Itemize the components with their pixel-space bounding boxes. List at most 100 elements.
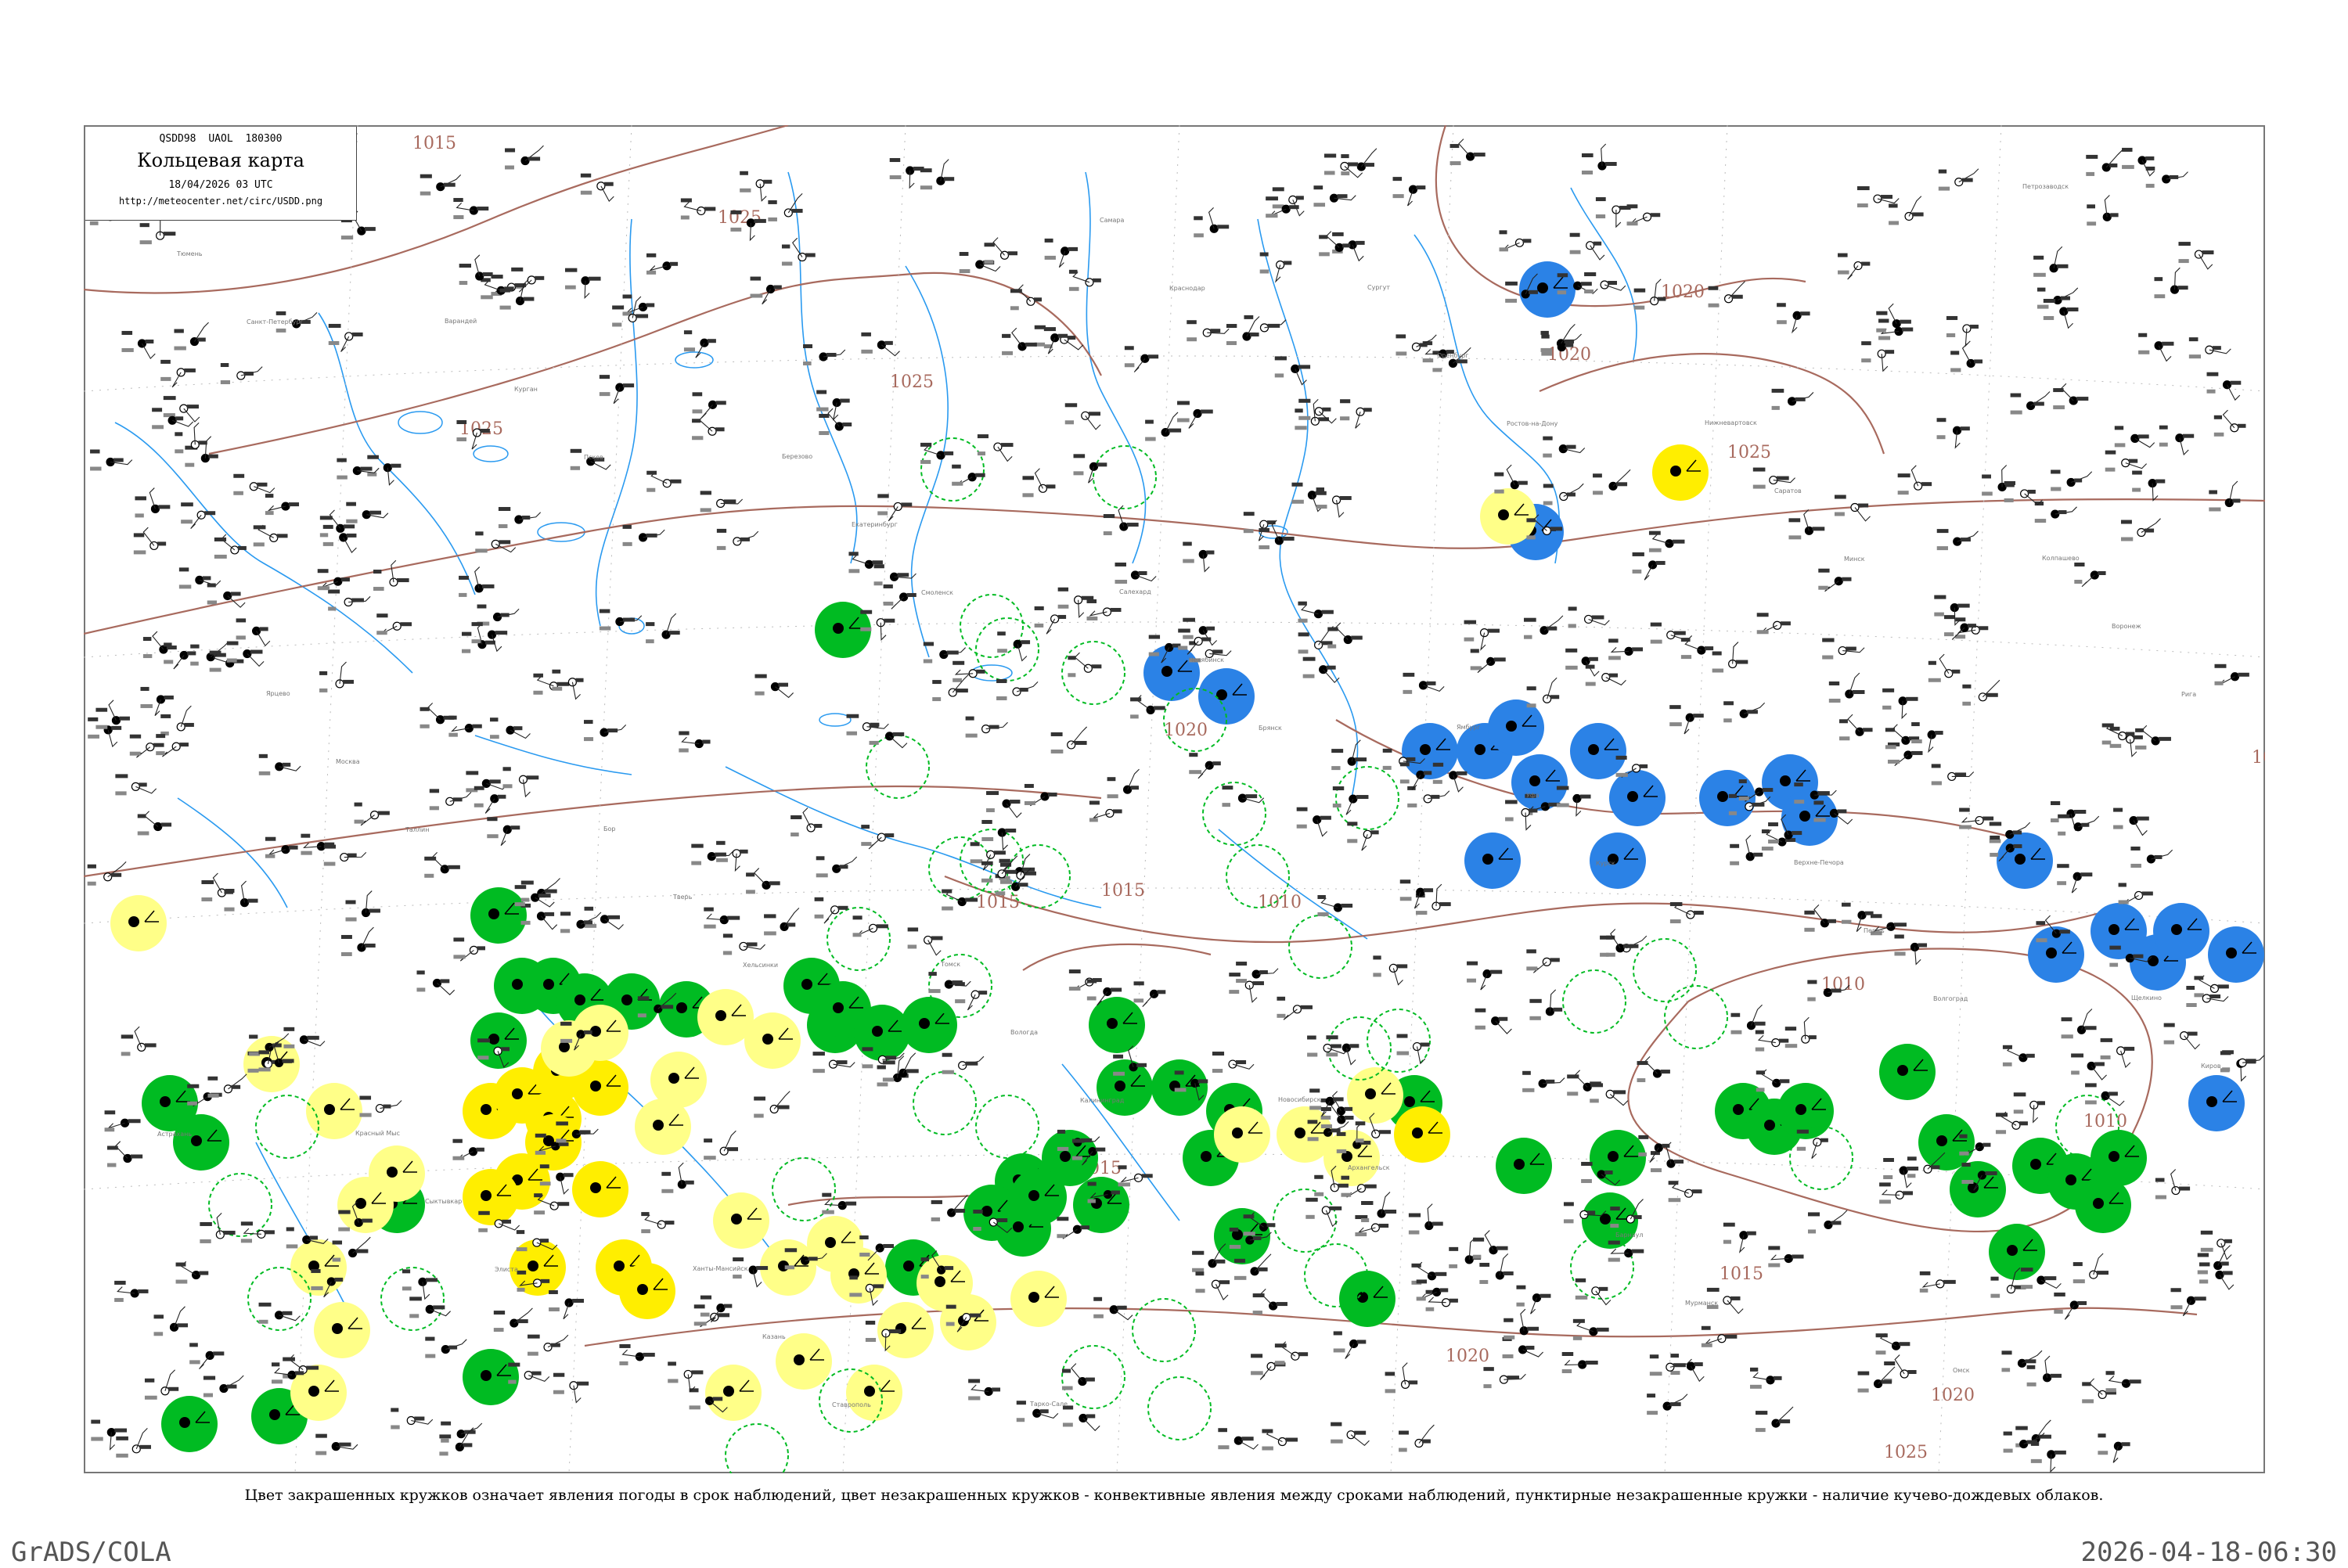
station-plot <box>2130 846 2173 868</box>
station-plot <box>1226 316 1260 346</box>
station-plot <box>1828 672 1865 703</box>
station-plot <box>1302 656 1340 684</box>
station-plot <box>236 618 271 647</box>
station-plot <box>2051 469 2093 491</box>
station-plot <box>1340 399 1372 429</box>
station-plot <box>1950 343 1983 372</box>
station-plot <box>2206 372 2242 401</box>
station-plot <box>528 1334 569 1356</box>
station-plot <box>1861 341 1895 372</box>
station-cloud-cover <box>2065 1174 2076 1185</box>
station-plot <box>2155 1169 2191 1199</box>
station-name-label: Новосибирск <box>1278 1096 1321 1103</box>
station-plot <box>2113 807 2149 836</box>
station-plot <box>253 524 288 547</box>
cb-cloud-ring <box>1147 1376 1212 1440</box>
station-plot <box>584 906 624 930</box>
station-plot <box>920 159 955 190</box>
isobar-label: 1020 <box>1446 1347 1489 1366</box>
station-plot <box>2100 1038 2135 1069</box>
station-plot <box>1086 599 1122 620</box>
station-plot <box>1752 467 1795 489</box>
cb-cloud-ring <box>960 594 1024 658</box>
station-plot <box>2057 864 2093 894</box>
station-plot <box>1524 615 1564 639</box>
cb-cloud-ring <box>1132 1298 1196 1362</box>
station-name-label: Тарко-Сале <box>1029 1401 1068 1408</box>
station-plot <box>2043 298 2079 329</box>
cb-cloud-ring <box>975 617 1039 682</box>
station-plot <box>1103 505 1139 536</box>
station-plot <box>1331 739 1367 771</box>
cb-cloud-ring <box>1789 1126 1853 1190</box>
station-plot <box>189 1343 225 1370</box>
station-plot <box>1068 969 1102 991</box>
station-plot <box>1262 1429 1298 1451</box>
station-plot <box>1982 465 2015 496</box>
station-plot <box>646 470 682 492</box>
station-plot <box>1959 807 1994 829</box>
station-plot <box>869 723 908 749</box>
station-plot <box>1995 1111 2028 1135</box>
station-name-label: Томск <box>940 961 960 968</box>
station-plot <box>1647 1394 1688 1415</box>
station-cloud-cover <box>2148 955 2159 966</box>
station-plot <box>2001 1350 2043 1372</box>
station-name-label: Самара <box>1100 217 1125 224</box>
station-plot <box>1593 469 1631 495</box>
station-plot <box>1777 303 1810 334</box>
station-name-label: Москва <box>336 758 360 765</box>
station-cloud-cover <box>1514 1159 1525 1170</box>
isobar-label: 1025 <box>1727 443 1771 462</box>
station-plot <box>692 392 726 419</box>
station-name-label: Ростов-на-Дону <box>1507 420 1558 427</box>
station-plot <box>2030 1441 2066 1473</box>
station-plot <box>87 861 127 886</box>
station-plot <box>932 674 969 702</box>
station-plot <box>301 833 335 855</box>
graticule-line <box>84 887 2265 924</box>
station-plot <box>1585 664 1626 686</box>
station-plot <box>1499 230 1532 252</box>
station-cloud-cover <box>762 1034 773 1045</box>
station-cloud-cover <box>590 1081 601 1091</box>
station-plot <box>424 851 460 878</box>
station-plot <box>997 631 1031 662</box>
cb-cloud-ring <box>975 1095 1039 1159</box>
station-plot <box>1073 454 1107 484</box>
station-plot <box>2058 814 2100 836</box>
station-plot <box>315 1433 358 1455</box>
station-plot <box>1749 1367 1782 1389</box>
station-cloud-cover <box>1420 744 1431 755</box>
station-name-label: Ставрополь <box>832 1401 871 1408</box>
station-plot <box>1341 148 1377 176</box>
station-name-label: Воронеж <box>2112 623 2141 630</box>
station-cloud-cover <box>676 1002 687 1013</box>
station-plot <box>1407 786 1450 807</box>
station-plot <box>402 1269 438 1300</box>
station-cloud-cover <box>723 1386 734 1397</box>
station-plot <box>1195 1271 1230 1300</box>
station-name-label: Колпашево <box>2042 555 2080 562</box>
station-plot <box>683 330 716 358</box>
station-plot <box>1838 253 1871 280</box>
station-plot <box>1669 705 1704 735</box>
station-plot <box>1236 962 1279 984</box>
station-plot <box>1399 879 1434 909</box>
station-cloud-cover <box>903 1261 914 1271</box>
station-plot <box>453 198 489 220</box>
station-plot <box>345 890 380 922</box>
station-plot <box>376 613 412 635</box>
station-plot <box>1526 677 1560 708</box>
station-plot <box>1034 606 1067 635</box>
station-plot <box>812 1052 855 1074</box>
station-plot <box>955 982 988 1011</box>
station-plot <box>1885 724 1920 750</box>
station-plot <box>520 878 560 902</box>
station-plot <box>2073 1253 2109 1284</box>
station-cloud-cover <box>2093 1198 2104 1209</box>
station-plot <box>564 268 601 300</box>
station-plot <box>1575 1278 1612 1306</box>
station-cloud-cover <box>621 994 632 1005</box>
isobar-line <box>1539 353 1885 455</box>
